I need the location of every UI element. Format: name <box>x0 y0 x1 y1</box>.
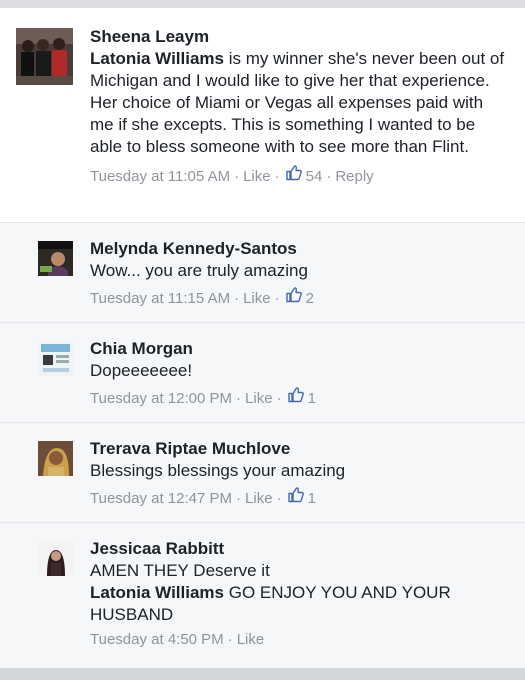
comment-timestamp[interactable]: Tuesday at 12:47 PM <box>90 489 232 509</box>
thumbs-up-icon <box>287 387 304 403</box>
avatar[interactable] <box>38 341 73 376</box>
comment-text: Latonia Williams GO ENJOY YOU AND YOUR H… <box>90 582 511 626</box>
reply-item: Chia Morgan Dopeeeeeee! Tuesday at 12:00… <box>0 322 525 422</box>
comment-meta: Tuesday at 12:00 PM · Like · 1 <box>90 386 511 409</box>
comment-timestamp[interactable]: Tuesday at 12:00 PM <box>90 389 232 409</box>
reaction-count: 1 <box>307 490 316 508</box>
comment-thread: Sheena Leaym Latonia Williams is my winn… <box>0 0 525 680</box>
separator: · <box>236 390 242 408</box>
comment-author[interactable]: Sheena Leaym <box>90 26 511 48</box>
thumbs-up-icon <box>285 165 302 181</box>
comment-body: Wow... you are truly amazing <box>90 261 308 280</box>
separator: · <box>236 490 242 508</box>
reply-button[interactable]: Reply <box>335 167 373 187</box>
comment-text: Latonia Williams is my winner she's neve… <box>90 48 511 158</box>
like-button[interactable]: Like <box>243 167 271 187</box>
avatar[interactable] <box>38 541 73 576</box>
separator: · <box>227 631 233 649</box>
avatar[interactable] <box>38 441 73 476</box>
comment-timestamp[interactable]: Tuesday at 11:05 AM <box>90 167 230 187</box>
like-button[interactable]: Like <box>245 389 273 409</box>
separator: · <box>276 490 282 508</box>
comment-author[interactable]: Chia Morgan <box>90 338 511 360</box>
top-divider <box>0 0 525 8</box>
comment-item: Sheena Leaym Latonia Williams is my winn… <box>0 8 525 222</box>
reply-item: Jessicaa Rabbitt AMEN THEY Deserve it La… <box>0 522 525 668</box>
comment-meta: Tuesday at 11:15 AM · Like · 2 <box>90 286 511 309</box>
like-button[interactable]: Like <box>243 289 271 309</box>
separator: · <box>276 390 282 408</box>
comment-meta: Tuesday at 12:47 PM · Like · 1 <box>90 486 511 509</box>
comment-timestamp[interactable]: Tuesday at 4:50 PM <box>90 630 224 650</box>
mention-link[interactable]: Latonia Williams <box>90 583 224 602</box>
comment-meta: Tuesday at 4:50 PM · Like <box>90 630 511 650</box>
thumbs-up-icon <box>285 287 302 303</box>
separator: · <box>234 168 240 186</box>
reply-item: Melynda Kennedy-Santos Wow... you are tr… <box>0 222 525 322</box>
comment-body: Dopeeeeeee! <box>90 361 193 380</box>
reaction-count: 2 <box>305 290 314 308</box>
like-button[interactable]: Like <box>245 489 273 509</box>
reaction-count: 1 <box>307 390 316 408</box>
separator: · <box>274 290 280 308</box>
reaction-count: 54 <box>305 168 323 186</box>
comment-meta: Tuesday at 11:05 AM · Like · 54 · Reply <box>90 164 511 187</box>
comment-timestamp[interactable]: Tuesday at 11:15 AM <box>90 289 230 309</box>
separator: · <box>274 168 280 186</box>
separator: · <box>326 168 332 186</box>
avatar[interactable] <box>38 241 73 276</box>
mention-link[interactable]: Latonia Williams <box>90 49 224 68</box>
comment-body: AMEN THEY Deserve it <box>90 561 270 580</box>
comment-body: Blessings blessings your amazing <box>90 461 346 480</box>
comment-author[interactable]: Jessicaa Rabbitt <box>90 538 511 560</box>
separator: · <box>234 290 240 308</box>
comment-author[interactable]: Melynda Kennedy-Santos <box>90 238 511 260</box>
like-button[interactable]: Like <box>237 630 265 650</box>
reply-item: Trerava Riptae Muchlove Blessings blessi… <box>0 422 525 522</box>
comment-author[interactable]: Trerava Riptae Muchlove <box>90 438 511 460</box>
bottom-divider <box>0 668 525 680</box>
thumbs-up-icon <box>287 487 304 503</box>
avatar[interactable] <box>16 28 73 85</box>
